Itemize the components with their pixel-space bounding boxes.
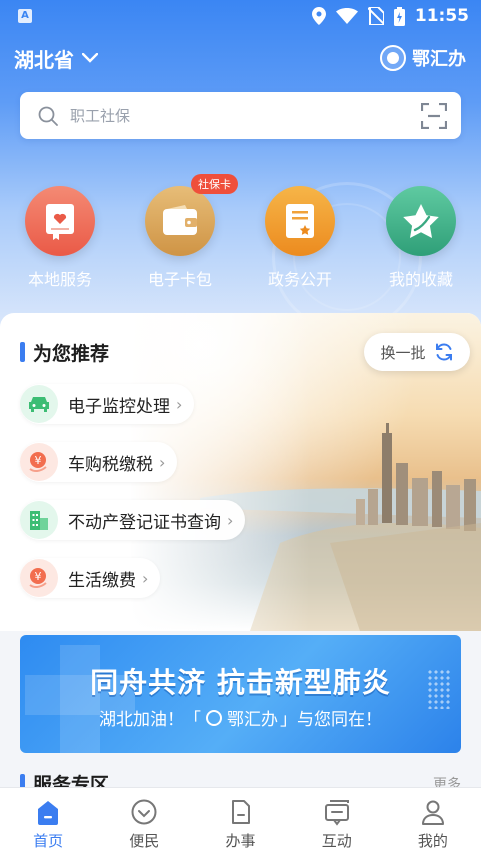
svg-text:¥: ¥: [35, 454, 42, 467]
recommend-card: 为您推荐 换一批 电子监控处理 › ¥ 车购税缴税 › 不动产登记证书查询 › …: [0, 313, 481, 631]
yuan-coin-icon: ¥: [20, 559, 58, 597]
home-icon: [38, 801, 59, 825]
tab-label: 便民: [129, 832, 160, 850]
quick-item-card-wallet[interactable]: 社保卡 电子卡包: [125, 174, 238, 290]
tab-home[interactable]: 首页: [0, 788, 96, 856]
chevron-right-icon: ›: [159, 452, 166, 472]
tab-convenience[interactable]: 便民: [96, 788, 192, 856]
chat-icon: [324, 800, 349, 826]
refresh-label: 换一批: [380, 343, 426, 362]
province-label: 湖北省: [14, 47, 74, 72]
document-star-icon: [265, 186, 335, 256]
location-icon: [311, 7, 326, 25]
quick-item-local-service[interactable]: 本地服务: [5, 186, 115, 290]
quick-services: 本地服务 社保卡 电子卡包 政务公开 我的收藏: [0, 174, 481, 296]
car-icon: [20, 385, 58, 423]
yuan-coin-icon: ¥: [20, 443, 58, 481]
quick-item-gov-affairs[interactable]: 政务公开: [245, 186, 355, 290]
brand-logo-group: 鄂汇办: [380, 45, 466, 71]
social-card-badge: 社保卡: [191, 174, 238, 194]
search-input[interactable]: [70, 106, 421, 125]
file-icon: [231, 800, 250, 824]
recommend-item-property-cert[interactable]: 不动产登记证书查询 ›: [20, 500, 246, 540]
tab-label: 办事: [225, 832, 256, 850]
recommend-item-label: 不动产登记证书查询: [68, 512, 221, 533]
recommend-item-label: 电子监控处理: [68, 396, 170, 417]
heart-circle-icon: [131, 799, 157, 825]
user-icon: [421, 800, 444, 825]
banner-sub-brand: 鄂汇办: [227, 710, 278, 730]
tab-affairs[interactable]: 办事: [192, 788, 288, 856]
search-bar[interactable]: [20, 92, 461, 139]
bottom-tab-bar: 首页 便民 办事 互动 我的: [0, 787, 481, 856]
bookmark-heart-icon: [25, 186, 95, 256]
banner-title: 同舟共济 抗击新型肺炎: [90, 666, 391, 699]
wallet-icon: [145, 186, 215, 256]
search-icon: [38, 106, 58, 126]
building-icon: [20, 501, 58, 539]
status-bar: A 11:55: [0, 0, 481, 32]
quick-item-favorites[interactable]: 我的收藏: [366, 186, 476, 290]
chevron-down-icon: [82, 53, 98, 63]
banner-subtitle: 湖北加油！「 鄂汇办 」与您同在！: [20, 705, 461, 730]
section-marker: [20, 342, 25, 362]
tab-interaction[interactable]: 互动: [289, 788, 385, 856]
chevron-right-icon: ›: [142, 568, 149, 588]
svg-text:¥: ¥: [35, 570, 42, 583]
tab-label: 互动: [321, 832, 352, 850]
quick-item-label: 电子卡包: [147, 270, 212, 289]
recommend-item-vehicle-tax[interactable]: ¥ 车购税缴税 ›: [20, 442, 178, 482]
scan-icon[interactable]: [421, 102, 447, 129]
covid-banner[interactable]: 同舟共济 抗击新型肺炎 湖北加油！「 鄂汇办 」与您同在！: [20, 635, 461, 753]
recommend-title: 为您推荐: [33, 343, 110, 365]
app-header: 湖北省 鄂汇办: [14, 40, 466, 76]
wifi-icon: [335, 8, 358, 24]
tab-label: 首页: [33, 832, 64, 850]
banner-sub-prefix: 湖北加油！「: [99, 710, 201, 730]
recommend-item-utility-bills[interactable]: ¥ 生活缴费 ›: [20, 558, 161, 598]
no-sim-icon: [367, 7, 384, 25]
refresh-icon: [435, 343, 452, 361]
quick-item-label: 我的收藏: [388, 270, 453, 289]
brand-name: 鄂汇办: [412, 49, 466, 70]
province-selector[interactable]: 湖北省: [14, 44, 98, 73]
chevron-right-icon: ›: [227, 510, 234, 530]
recommend-item-label: 生活缴费: [68, 570, 136, 591]
tab-mine[interactable]: 我的: [385, 788, 481, 856]
quick-item-label: 本地服务: [27, 270, 92, 289]
recommend-item-label: 车购税缴税: [68, 454, 153, 475]
brand-emblem-icon: [206, 709, 222, 726]
status-time: 11:55: [414, 6, 469, 26]
star-icon: [386, 186, 456, 256]
recommend-item-monitoring[interactable]: 电子监控处理 ›: [20, 384, 195, 424]
tab-label: 我的: [417, 832, 448, 850]
refresh-button[interactable]: 换一批: [364, 333, 470, 371]
notification-app-icon: A: [18, 9, 32, 23]
banner-sub-suffix: 」与您同在！: [280, 710, 382, 730]
battery-icon: [393, 6, 405, 26]
chevron-right-icon: ›: [176, 394, 183, 414]
quick-item-label: 政务公开: [267, 270, 332, 289]
brand-emblem-icon: [380, 45, 406, 71]
